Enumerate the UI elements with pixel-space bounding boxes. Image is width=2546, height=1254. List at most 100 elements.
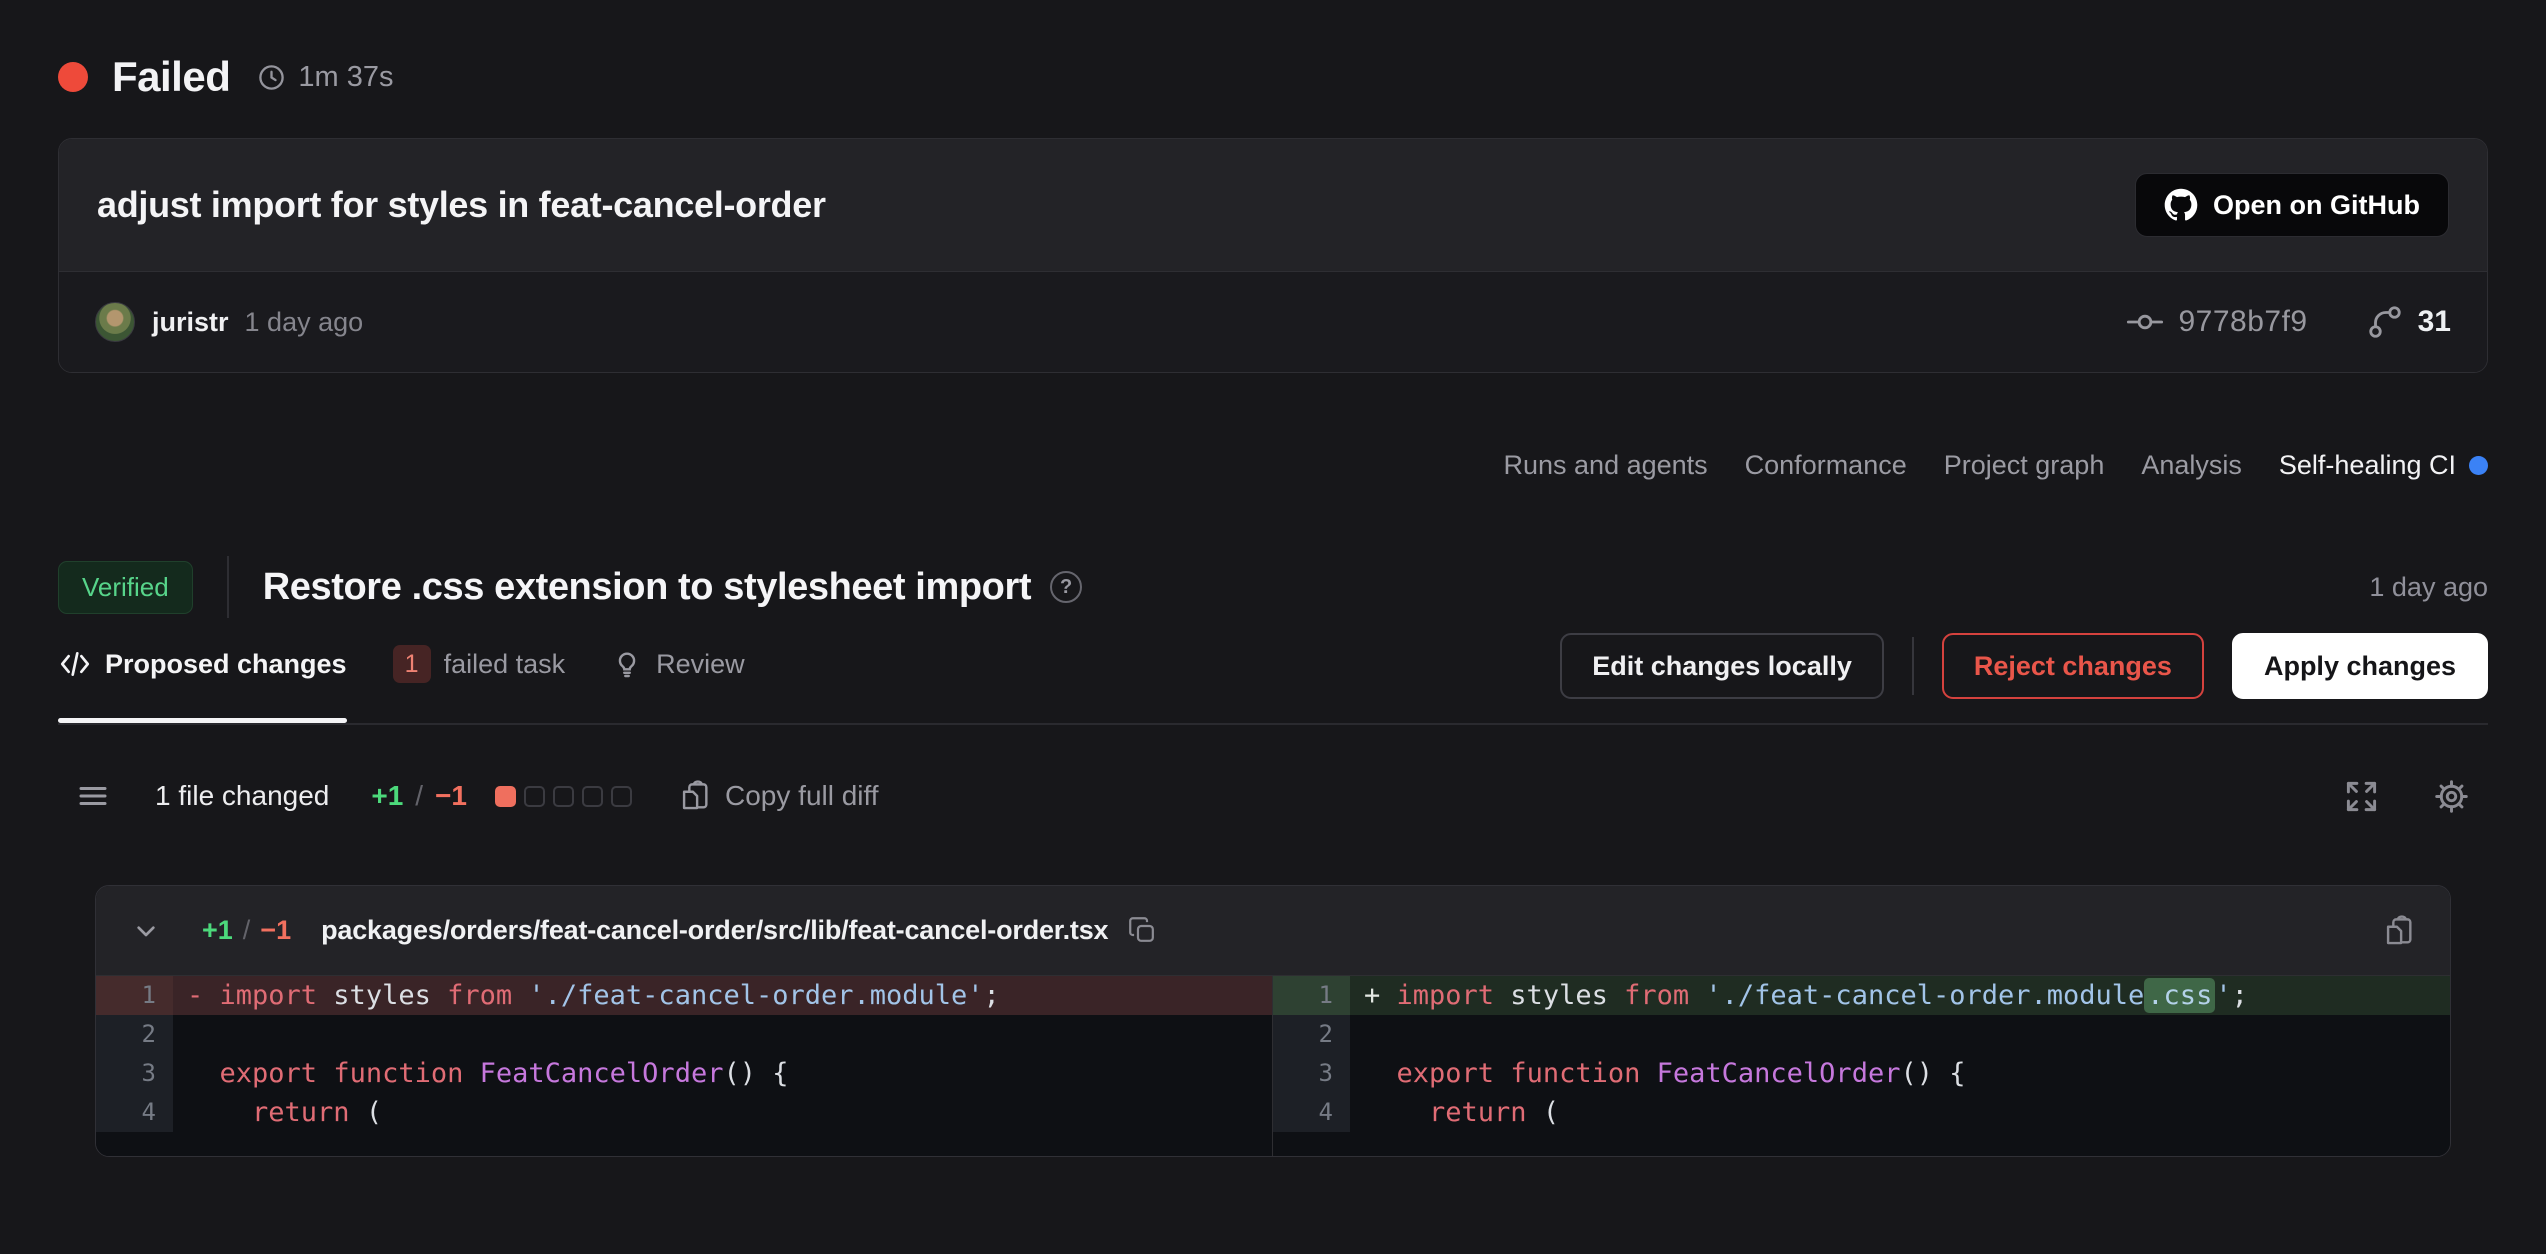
- nav-item-runs-and-agents[interactable]: Runs and agents: [1504, 450, 1708, 481]
- expand-fullscreen-icon[interactable]: [2343, 778, 2380, 815]
- nav-item-label: Analysis: [2141, 450, 2242, 481]
- lightbulb-icon: [611, 648, 643, 680]
- diff-marker: +: [1364, 976, 1397, 1015]
- code-token: ': [2215, 980, 2231, 1011]
- nav-item-self-healing-ci[interactable]: Self-healing CI: [2279, 450, 2488, 481]
- commit-meta: 9778b7f9 31: [2126, 303, 2451, 341]
- verified-badge: Verified: [58, 561, 193, 614]
- stat-square-filled: [495, 786, 516, 807]
- tab-failed-task-label: failed task: [444, 649, 566, 680]
- code-token: [1494, 1058, 1510, 1089]
- code-token: [317, 1058, 333, 1089]
- nav-item-project-graph[interactable]: Project graph: [1944, 450, 2105, 481]
- github-logo-icon: [2164, 188, 2198, 222]
- file-list-menu-icon[interactable]: [75, 778, 111, 814]
- button-divider: [1912, 637, 1914, 695]
- tabs: Proposed changes 1 failed task Review: [58, 631, 745, 707]
- fix-title: Restore .css extension to stylesheet imp…: [263, 566, 1031, 609]
- reject-changes-button[interactable]: Reject changes: [1942, 633, 2204, 699]
- vertical-divider: [227, 556, 229, 618]
- diff-card: +1 / −1 packages/orders/feat-cancel-orde…: [95, 885, 2451, 1157]
- tab-proposed-changes[interactable]: Proposed changes: [58, 633, 347, 705]
- code-token: [1689, 980, 1705, 1011]
- code-token: function: [333, 1058, 463, 1089]
- stat-square-empty: [524, 786, 545, 807]
- code-token: [463, 1058, 479, 1089]
- code-token: export: [220, 1058, 318, 1089]
- file-path: packages/orders/feat-cancel-order/src/li…: [321, 915, 1108, 946]
- stat-square-empty: [582, 786, 603, 807]
- code-line: 4 return (: [96, 1093, 1272, 1132]
- file-additions-count: +1: [202, 915, 233, 946]
- code-line: 2: [96, 1015, 1272, 1054]
- code-token: (: [1527, 1097, 1560, 1128]
- line-number: 2: [96, 1015, 173, 1054]
- line-number: 1: [96, 976, 173, 1015]
- action-buttons: Edit changes locally Reject changes Appl…: [1560, 633, 2488, 699]
- nav-item-label: Conformance: [1745, 450, 1907, 481]
- code-line: 1-import styles from './feat-cancel-orde…: [96, 976, 1272, 1015]
- author-avatar: [95, 302, 135, 342]
- copy-file-diff-icon[interactable]: [2382, 914, 2416, 948]
- copy-full-diff-button[interactable]: Copy full diff: [678, 779, 879, 813]
- pull-request-number: 31: [2418, 305, 2451, 339]
- diff-file-header: +1 / −1 packages/orders/feat-cancel-orde…: [96, 886, 2450, 976]
- code-line: 1+import styles from './feat-cancel-orde…: [1273, 976, 2450, 1015]
- code-token: styles: [1494, 980, 1624, 1011]
- diff-panes: 1-import styles from './feat-cancel-orde…: [96, 976, 2450, 1156]
- code-token: import: [220, 980, 318, 1011]
- failed-count-badge: 1: [393, 645, 431, 683]
- line-number: 2: [1273, 1015, 1350, 1054]
- clock-icon: [256, 62, 287, 93]
- diff-settings-gear-icon[interactable]: [2432, 777, 2471, 816]
- file-stat-separator: /: [243, 915, 251, 946]
- apply-changes-button[interactable]: Apply changes: [2232, 633, 2488, 699]
- pull-request-group[interactable]: 31: [2366, 303, 2451, 341]
- nav-item-analysis[interactable]: Analysis: [2141, 450, 2242, 481]
- tab-failed-task[interactable]: 1 failed task: [393, 631, 566, 707]
- fix-header: Verified Restore .css extension to style…: [58, 555, 2488, 619]
- edit-changes-locally-button[interactable]: Edit changes locally: [1560, 633, 1884, 699]
- stat-square-empty: [611, 786, 632, 807]
- copy-full-diff-label: Copy full diff: [725, 780, 879, 812]
- diff-marker: -: [187, 976, 220, 1015]
- copy-path-icon[interactable]: [1127, 915, 1158, 946]
- diff-toolbar: 1 file changed +1 / −1 Copy full diff: [75, 765, 2471, 827]
- tab-review[interactable]: Review: [611, 634, 745, 704]
- code-token: (: [350, 1097, 383, 1128]
- code-token: () {: [723, 1058, 788, 1089]
- code-token: FeatCancelOrder: [480, 1058, 724, 1089]
- files-changed-label: 1 file changed: [155, 780, 329, 812]
- line-number: 1: [1273, 976, 1350, 1015]
- commit-card-meta: juristr 1 day ago 9778b7f9 31: [59, 272, 2487, 372]
- nav-item-label: Runs and agents: [1504, 450, 1708, 481]
- code-token: return: [1429, 1097, 1527, 1128]
- line-number: 3: [96, 1054, 173, 1093]
- diff-pane-old: 1-import styles from './feat-cancel-orde…: [96, 976, 1273, 1156]
- failed-status-dot-icon: [58, 62, 88, 92]
- code-line: 2: [1273, 1015, 2450, 1054]
- commit-hash-group[interactable]: 9778b7f9: [2126, 303, 2307, 341]
- nav-item-label: Project graph: [1944, 450, 2105, 481]
- line-number: 3: [1273, 1054, 1350, 1093]
- code-line: 4 return (: [1273, 1093, 2450, 1132]
- deletions-count: −1: [435, 780, 467, 812]
- additions-count: +1: [371, 780, 403, 812]
- help-icon[interactable]: ?: [1050, 571, 1082, 603]
- code-line: 3 export function FeatCancelOrder() {: [96, 1054, 1272, 1093]
- code-token: from: [447, 980, 512, 1011]
- tabbar-row: Proposed changes 1 failed task Review Ed…: [58, 631, 2488, 725]
- code-token: [1640, 1058, 1656, 1089]
- run-duration: 1m 37s: [298, 61, 393, 94]
- open-on-github-button[interactable]: Open on GitHub: [2135, 173, 2449, 237]
- code-token: .css: [2144, 978, 2215, 1013]
- run-status-header: Failed 1m 37s: [58, 54, 2488, 100]
- github-button-label: Open on GitHub: [2213, 190, 2420, 221]
- page: Failed 1m 37s adjust import for styles i…: [0, 0, 2546, 1157]
- code-token: [220, 1097, 253, 1128]
- code-token: ;: [2232, 980, 2248, 1011]
- nav-item-conformance[interactable]: Conformance: [1745, 450, 1907, 481]
- code-token: function: [1510, 1058, 1640, 1089]
- chevron-down-icon[interactable]: [130, 915, 162, 947]
- diff-stat-squares: [495, 786, 632, 807]
